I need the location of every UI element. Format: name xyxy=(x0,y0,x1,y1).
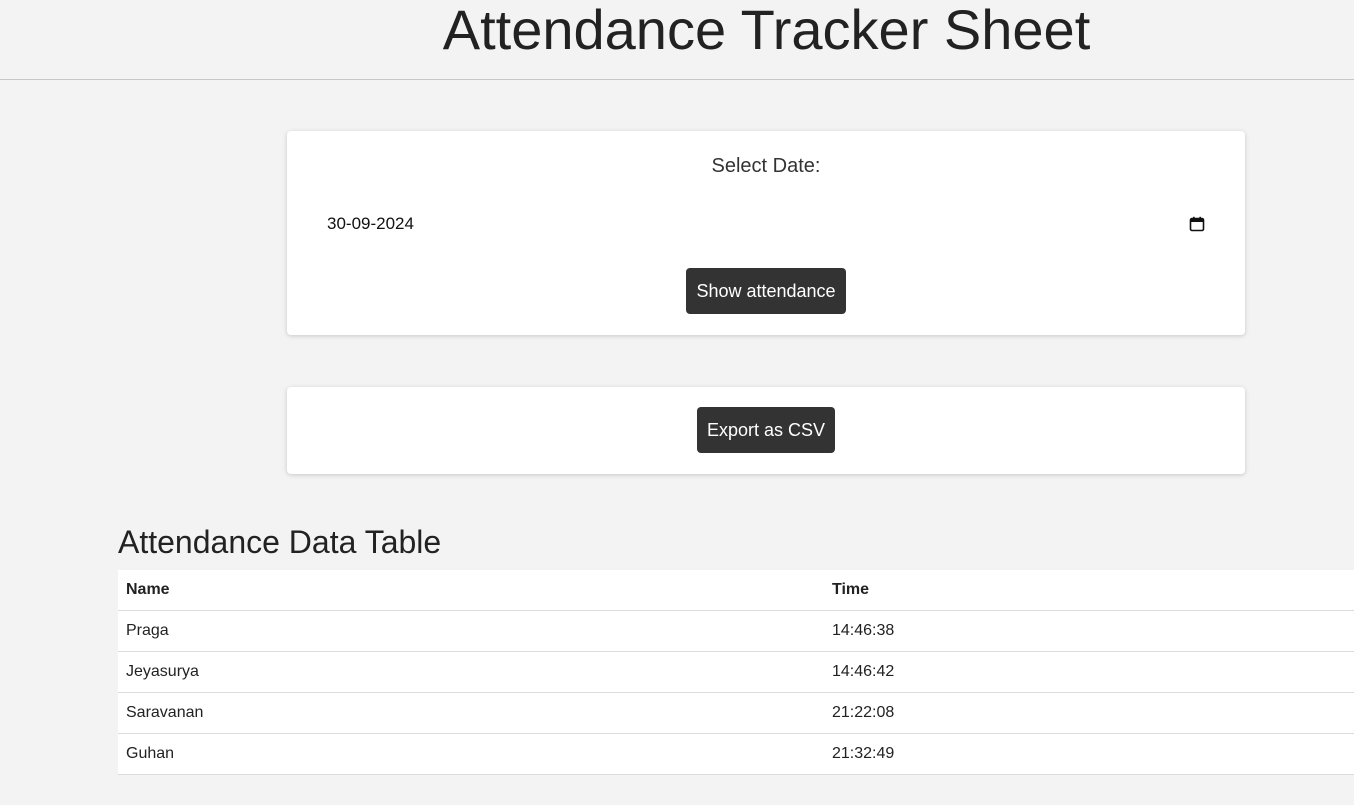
date-label: Select Date: xyxy=(711,155,821,177)
date-input[interactable]: 30-09-2024 xyxy=(327,212,1205,236)
column-header-time: Time xyxy=(824,570,1354,611)
cell-time: 14:46:42 xyxy=(824,651,1354,693)
cell-time: 21:32:49 xyxy=(824,733,1354,775)
table-row: Praga 14:46:38 xyxy=(118,610,1354,652)
cell-name: Guhan xyxy=(118,733,824,775)
cell-time: 21:22:08 xyxy=(824,692,1354,734)
table-header-row: Name Time xyxy=(118,570,1354,611)
export-csv-button[interactable]: Export as CSV xyxy=(697,407,835,453)
page-title: Attendance Tracker Sheet xyxy=(442,0,1091,61)
show-attendance-button[interactable]: Show attendance xyxy=(686,268,846,314)
date-selection-card: Select Date: 30-09-2024 Show attendance xyxy=(287,131,1245,335)
table-title: Attendance Data Table xyxy=(118,524,442,560)
cell-time: 14:46:38 xyxy=(824,610,1354,652)
page-header: Attendance Tracker Sheet xyxy=(0,0,1354,80)
calendar-icon[interactable] xyxy=(1189,216,1205,232)
table-row: Guhan 21:32:49 xyxy=(118,733,1354,775)
table-row: Jeyasurya 14:46:42 xyxy=(118,651,1354,693)
attendance-table: Name Time Praga 14:46:38 Jeyasurya 14:46… xyxy=(118,570,1354,775)
cell-name: Jeyasurya xyxy=(118,651,824,693)
cell-name: Praga xyxy=(118,610,824,652)
export-card: Export as CSV xyxy=(287,387,1245,474)
column-header-name: Name xyxy=(118,570,824,611)
date-input-value: 30-09-2024 xyxy=(327,214,414,233)
table-row: Saravanan 21:22:08 xyxy=(118,692,1354,734)
cell-name: Saravanan xyxy=(118,692,824,734)
